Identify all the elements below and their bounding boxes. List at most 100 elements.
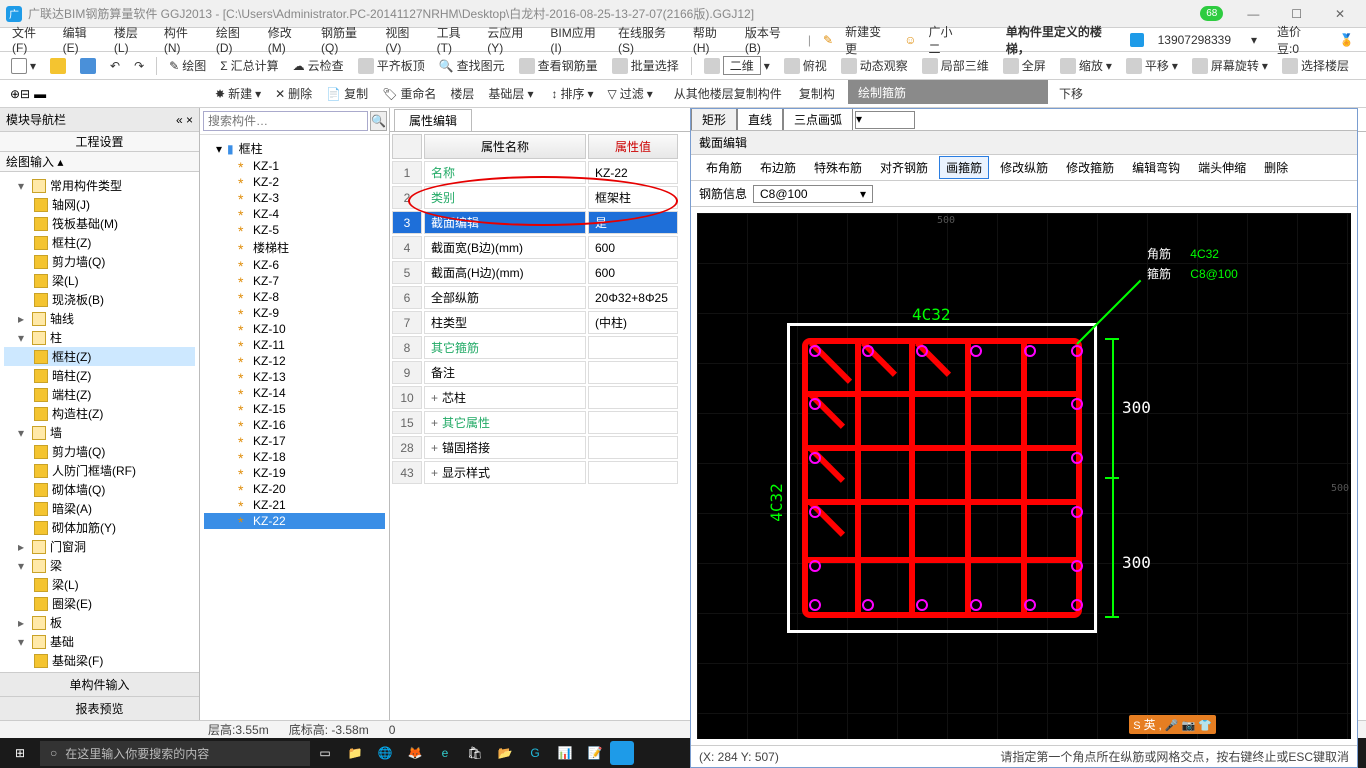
menu-cloud[interactable]: 云应用(Y) — [481, 24, 544, 55]
taskbar-app-icon[interactable]: 🦊 — [400, 738, 430, 768]
taskbar-app-icon[interactable]: G — [520, 738, 550, 768]
nav-item[interactable]: 梁(L) — [4, 575, 195, 594]
nav-single-input[interactable]: 单构件输入 — [0, 672, 199, 696]
nav-draw-input[interactable]: 绘图输入 ▴ — [0, 152, 199, 172]
tb2-delete[interactable]: ✕删除 — [270, 85, 317, 102]
kz-item[interactable]: KZ-16 — [204, 417, 385, 433]
rebar-info-combo[interactable]: C8@100▾ — [753, 185, 873, 203]
nav-collapse-icon[interactable]: ⊕⊟ — [10, 87, 30, 101]
taskbar-app-icon[interactable] — [610, 741, 634, 765]
tb-open-icon[interactable] — [45, 58, 71, 74]
shape-rect[interactable]: 矩形 — [691, 109, 737, 130]
maximize-button[interactable]: ☐ — [1277, 7, 1317, 21]
prop-row[interactable]: 6全部纵筋20Φ32+8Φ25 — [392, 286, 678, 309]
tb-save-icon[interactable] — [75, 58, 101, 74]
rebar-dot[interactable] — [1071, 599, 1083, 611]
kz-item[interactable]: KZ-17 — [204, 433, 385, 449]
kz-item[interactable]: KZ-4 — [204, 206, 385, 222]
menu-file[interactable]: 文件(F) — [6, 24, 57, 55]
prop-row[interactable]: 15+其它属性 — [392, 411, 678, 434]
nav-item[interactable]: 筏板基础(M) — [4, 214, 195, 233]
tb-topview[interactable]: 俯视 — [779, 57, 832, 74]
user-phone[interactable]: 13907298339 — [1152, 33, 1237, 47]
nav-item[interactable]: 圈梁(E) — [4, 594, 195, 613]
nav-item[interactable]: 端柱(Z) — [4, 385, 195, 404]
nav-project-settings[interactable]: 工程设置 — [0, 132, 199, 152]
tb-find-elem[interactable]: 🔍查找图元 — [434, 57, 510, 74]
editor-op[interactable]: 特殊布筋 — [807, 156, 869, 179]
nav-item[interactable]: ▾梁 — [4, 556, 195, 575]
editor-op[interactable]: 修改箍筋 — [1059, 156, 1121, 179]
component-search-input[interactable] — [203, 111, 368, 131]
menu-modify[interactable]: 修改(M) — [262, 24, 315, 55]
prop-row[interactable]: 5截面高(H边)(mm)600 — [392, 261, 678, 284]
prop-row[interactable]: 9备注 — [392, 361, 678, 384]
menu-edit[interactable]: 编辑(E) — [57, 24, 108, 55]
kz-item[interactable]: KZ-19 — [204, 465, 385, 481]
shape-line[interactable]: 直线 — [737, 109, 783, 130]
taskbar-search[interactable]: ○ 在这里输入你要搜索的内容 — [40, 741, 310, 766]
kz-item[interactable]: KZ-20 — [204, 481, 385, 497]
editor-op[interactable]: 布边筋 — [753, 156, 803, 179]
rebar-dot[interactable] — [809, 599, 821, 611]
tb-new-icon[interactable]: ▾ — [6, 58, 41, 74]
nav-item[interactable]: ▸门窗洞 — [4, 537, 195, 556]
menu-draw[interactable]: 绘图(D) — [210, 24, 262, 55]
nav-item[interactable]: 剪力墙(Q) — [4, 252, 195, 271]
kz-item[interactable]: KZ-8 — [204, 289, 385, 305]
coin-icon[interactable]: 🏅 — [1333, 33, 1360, 47]
tb-local3d[interactable]: 局部三维 — [917, 57, 994, 74]
nav-item[interactable]: 砌体加筋(Y) — [4, 518, 195, 537]
tb2-sort[interactable]: ↕排序▾ — [546, 85, 598, 102]
editor-op[interactable]: 编辑弯钩 — [1125, 156, 1187, 179]
menu-new-change[interactable]: 新建变更 — [839, 23, 898, 57]
kz-item[interactable]: KZ-7 — [204, 273, 385, 289]
nav-item[interactable]: ▸轴线 — [4, 309, 195, 328]
editor-op[interactable]: 画箍筋 — [939, 156, 989, 179]
kz-item[interactable]: KZ-22 — [204, 513, 385, 529]
tb-pan[interactable]: 平移▾ — [1121, 57, 1183, 74]
nav-item[interactable]: 框柱(Z) — [4, 233, 195, 252]
menu-member[interactable]: 构件(N) — [158, 24, 210, 55]
prop-row[interactable]: 7柱类型(中柱) — [392, 311, 678, 334]
menu-view[interactable]: 视图(V) — [379, 24, 430, 55]
menu-user[interactable]: 广小二 — [923, 23, 970, 57]
nav-report-preview[interactable]: 报表预览 — [0, 696, 199, 720]
nav-close-icon[interactable]: « × — [176, 113, 193, 127]
prop-row[interactable]: 4截面宽(B边)(mm)600 — [392, 236, 678, 259]
rebar-dot[interactable] — [1024, 599, 1036, 611]
kz-item[interactable]: KZ-6 — [204, 257, 385, 273]
editor-op[interactable]: 对齐钢筋 — [873, 156, 935, 179]
nav-item[interactable]: 剪力墙(Q) — [4, 442, 195, 461]
rebar-dot[interactable] — [1071, 398, 1083, 410]
prop-row[interactable]: 3截面编辑是 — [392, 211, 678, 234]
tb-orbit[interactable]: 动态观察 — [836, 57, 913, 74]
nav-item[interactable]: 现浇板(B) — [4, 290, 195, 309]
nav-item[interactable]: 砌体墙(Q) — [4, 480, 195, 499]
menu-online[interactable]: 在线服务(S) — [612, 24, 687, 55]
rebar-dot[interactable] — [862, 599, 874, 611]
tb-redo-icon[interactable]: ↷ — [129, 59, 149, 73]
kz-item[interactable]: KZ-18 — [204, 449, 385, 465]
rebar-dot[interactable] — [916, 599, 928, 611]
tb-flat-top[interactable]: 平齐板顶 — [353, 57, 430, 74]
rebar-dot[interactable] — [809, 345, 821, 357]
rebar-dot[interactable] — [970, 345, 982, 357]
tb-undo-icon[interactable]: ↶ — [105, 59, 125, 73]
editor-op[interactable]: 修改纵筋 — [993, 156, 1055, 179]
tb2-filter[interactable]: ▽过滤▾ — [603, 85, 658, 102]
kz-item[interactable]: KZ-3 — [204, 190, 385, 206]
taskbar-app-icon[interactable]: 🛍 — [460, 738, 490, 768]
nav-item[interactable]: 构造柱(Z) — [4, 404, 195, 423]
shape-arc3[interactable]: 三点画弧 — [783, 109, 853, 130]
tb2-new[interactable]: ✸新建▾ — [210, 85, 266, 102]
close-button[interactable]: ✕ — [1320, 7, 1360, 21]
menu-bim[interactable]: BIM应用(I) — [544, 24, 612, 55]
rebar-dot[interactable] — [1071, 345, 1083, 357]
nav-item[interactable]: 梁(L) — [4, 271, 195, 290]
nav-item[interactable]: 暗梁(A) — [4, 499, 195, 518]
tb-rotate[interactable]: 屏幕旋转▾ — [1187, 57, 1273, 74]
prop-row[interactable]: 2类别框架柱 — [392, 186, 678, 209]
kz-item[interactable]: KZ-5 — [204, 222, 385, 238]
kz-item[interactable]: KZ-9 — [204, 305, 385, 321]
